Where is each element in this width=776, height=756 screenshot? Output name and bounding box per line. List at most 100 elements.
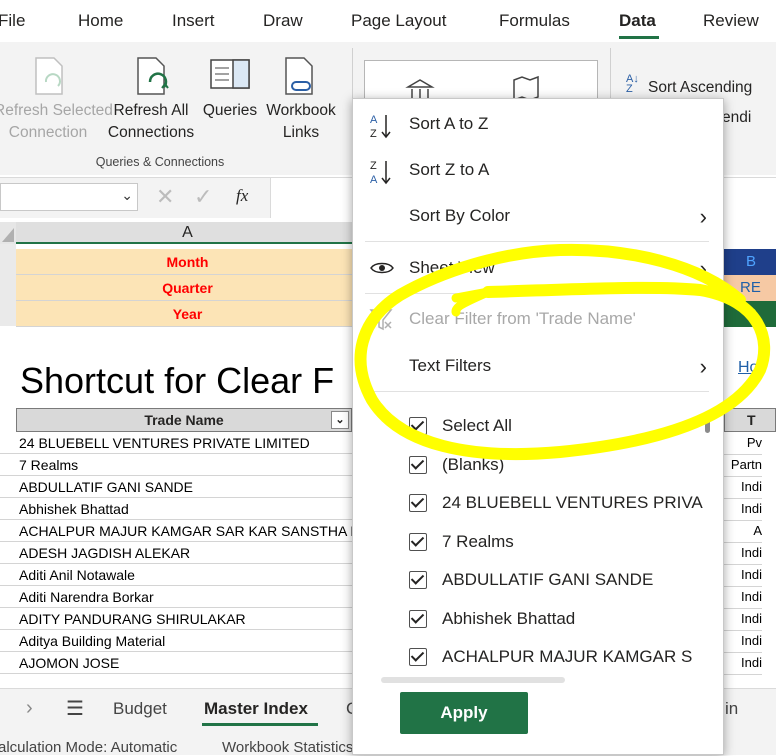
table-cell[interactable]: Indi (722, 608, 762, 631)
checkbox[interactable] (409, 648, 427, 666)
insert-function-icon[interactable]: fx (236, 186, 248, 206)
sort-descending-button[interactable]: endi (722, 109, 751, 127)
sort-ascending-button[interactable]: A↓ Z Sort Ascending (626, 74, 752, 97)
select-all-corner[interactable] (0, 222, 16, 244)
all-sheets-menu-icon[interactable]: ☰ (66, 696, 84, 721)
checkbox[interactable] (409, 417, 427, 435)
filter-dropdown-button[interactable]: ⌄ (331, 411, 349, 429)
apply-button[interactable]: Apply (400, 692, 528, 734)
filter-option[interactable]: ACHALPUR MAJUR KAMGAR S (353, 638, 713, 675)
enter-check-icon[interactable]: ✓ (194, 184, 212, 210)
table-cell[interactable]: Indi (722, 586, 762, 609)
name-box[interactable]: ⌄ (0, 183, 138, 211)
svg-text:A: A (370, 174, 378, 186)
filter-option[interactable]: 7 Realms (353, 523, 713, 561)
chevron-down-icon[interactable]: ⌄ (121, 187, 133, 204)
filter-option[interactable]: (Blanks) (353, 446, 713, 484)
right-cell-b[interactable]: B (724, 249, 776, 275)
tab-file[interactable]: File (0, 11, 25, 31)
sort-ascending-icon: AZ (370, 114, 391, 140)
home-link[interactable]: Ho (738, 359, 758, 377)
year-cell[interactable]: Year (16, 301, 360, 327)
right-cell-d[interactable]: D (724, 301, 776, 327)
filter-dropdown-menu: AZ Sort A to Z ZA Sort Z to A Sort By Co… (352, 98, 724, 755)
vertical-scrollbar[interactable] (705, 411, 710, 433)
checkbox[interactable] (409, 610, 427, 628)
tab-insert[interactable]: Insert (172, 11, 215, 31)
horizontal-scrollbar[interactable] (381, 677, 565, 683)
svg-text:Z: Z (370, 128, 377, 140)
tab-draw[interactable]: Draw (263, 11, 303, 31)
sheet-tab-budget[interactable]: Budget (113, 699, 167, 719)
filter-option[interactable]: 24 BLUEBELL VENTURES PRIVA (353, 484, 713, 522)
text-filters-item[interactable]: Text Filters › (353, 345, 723, 387)
table-row[interactable]: Abhishek Bhattad (0, 498, 360, 520)
checkbox[interactable] (409, 456, 427, 474)
refresh-all-icon (137, 57, 169, 95)
column-header-a[interactable]: A (16, 222, 360, 244)
sort-z-to-a-item[interactable]: ZA Sort Z to A (353, 149, 723, 191)
table-cell[interactable]: Indi (722, 564, 762, 587)
table-cell[interactable]: Pv (722, 432, 762, 455)
workbook-links-icon (285, 57, 313, 95)
filter-option[interactable]: Abhishek Bhattad (353, 600, 713, 638)
checkbox[interactable] (409, 533, 427, 551)
sort-ascending-icon: A↓ Z (626, 73, 639, 95)
table-cell[interactable]: Indi (722, 542, 762, 565)
filter-option[interactable]: ABDULLATIF GANI SANDE (353, 561, 713, 599)
table-row[interactable]: Aditi Anil Notawale (0, 564, 360, 586)
table-row[interactable]: Aditya Building Material (0, 630, 360, 652)
table-cell[interactable]: Indi (722, 498, 762, 521)
menu-divider (365, 391, 709, 392)
tab-review[interactable]: Review (703, 11, 759, 31)
queries-button[interactable]: Queries (200, 59, 260, 122)
table-cell[interactable]: Indi (722, 476, 762, 499)
clear-filter-icon (369, 309, 393, 331)
checkbox[interactable] (409, 571, 427, 589)
sort-by-color-item[interactable]: Sort By Color › (353, 195, 723, 237)
month-cell[interactable]: Month (16, 249, 360, 275)
queries-connections-group-label: Queries & Connections (95, 155, 225, 169)
tab-home[interactable]: Home (78, 11, 123, 31)
sheet-tab-master-index[interactable]: Master Index (204, 699, 308, 719)
workbook-statistics[interactable]: Workbook Statistics (222, 739, 353, 756)
tab-data[interactable]: Data (619, 11, 656, 31)
sort-a-to-z-item[interactable]: AZ Sort A to Z (353, 103, 723, 145)
table-row[interactable]: 7 Realms (0, 454, 360, 476)
chevron-right-icon: › (699, 354, 707, 379)
table-cell[interactable]: A (722, 520, 762, 543)
quarter-cell[interactable]: Quarter (16, 275, 360, 301)
table-row[interactable]: ABDULLATIF GANI SANDE (0, 476, 360, 498)
clear-filter-item[interactable]: Clear Filter from 'Trade Name' (353, 298, 723, 340)
sort-descending-icon: ZA (370, 160, 391, 186)
tab-formulas[interactable]: Formulas (499, 11, 570, 31)
trade-name-header[interactable]: Trade Name ⌄ (16, 408, 352, 432)
table-row[interactable]: 24 BLUEBELL VENTURES PRIVATE LIMITED (0, 432, 360, 454)
menu-divider (365, 293, 709, 294)
filter-value-list[interactable]: Select All (Blanks) 24 BLUEBELL VENTURES… (353, 405, 713, 675)
filter-option-select-all[interactable]: Select All (353, 407, 713, 445)
chevron-right-icon[interactable]: › (26, 697, 33, 720)
chevron-right-icon: › (699, 256, 707, 281)
refresh-selected-connection-button[interactable]: Refresh Selected Connection (0, 57, 113, 144)
checkbox[interactable] (409, 494, 427, 512)
table-cell[interactable]: Indi (722, 652, 762, 675)
table-row[interactable]: Aditi Narendra Borkar (0, 586, 360, 608)
type-header[interactable]: T (724, 408, 776, 432)
cancel-icon[interactable]: ✕ (156, 184, 174, 210)
table-row[interactable]: ACHALPUR MAJUR KAMGAR SAR KAR SANSTHA M (0, 520, 360, 542)
sheet-tab-partial-right[interactable]: in (725, 699, 738, 719)
sheet-view-item[interactable]: Sheet View › (353, 247, 723, 289)
table-cell[interactable]: Indi (722, 630, 762, 653)
queries-pane-icon (210, 59, 250, 89)
table-cell[interactable]: Partn (722, 454, 762, 477)
refresh-all-connections-button[interactable]: Refresh All Connections (106, 57, 196, 144)
row-headers (0, 244, 16, 326)
table-row[interactable]: ADESH JAGDISH ALEKAR (0, 542, 360, 564)
workbook-links-button[interactable]: Workbook Links (262, 57, 340, 144)
right-cell-re[interactable]: RE (724, 275, 776, 301)
table-row[interactable]: AJOMON JOSE (0, 652, 360, 674)
tab-page-layout[interactable]: Page Layout (351, 11, 446, 31)
table-row[interactable]: ADITY PANDURANG SHIRULAKAR (0, 608, 360, 630)
chevron-right-icon: › (699, 204, 707, 229)
